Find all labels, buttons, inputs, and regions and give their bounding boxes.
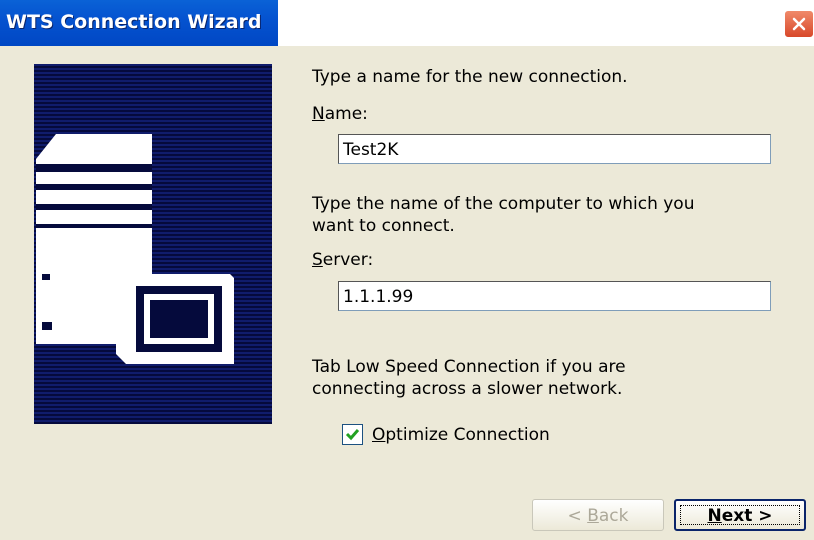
optimize-label-accesskey: O <box>372 425 386 445</box>
server-instruction-line2: want to connect. <box>312 216 455 236</box>
back-label-rest: ack <box>598 506 629 526</box>
name-label-rest: ame: <box>324 104 368 124</box>
checkmark-icon <box>345 429 360 441</box>
optimize-connection-checkbox[interactable] <box>342 424 363 445</box>
back-accesskey: B <box>587 506 599 526</box>
optimize-label-rest: ptimize Connection <box>385 425 550 445</box>
back-button[interactable]: < Back <box>532 499 664 531</box>
title-bar-background <box>278 0 814 46</box>
window-title: WTS Connection Wizard <box>6 11 262 33</box>
name-label-accesskey: N <box>312 104 325 124</box>
next-button[interactable]: Next > <box>674 499 806 531</box>
wizard-illustration <box>34 64 272 424</box>
server-label-rest: erver: <box>322 250 374 270</box>
server-instruction-line1: Type the name of the computer to which y… <box>312 194 695 214</box>
focus-ring <box>680 505 800 525</box>
speed-instruction-line2: connecting across a slower network. <box>312 379 623 399</box>
back-prefix: < <box>567 506 588 526</box>
server-label: Server: <box>312 250 373 270</box>
close-icon <box>792 17 806 31</box>
name-label: Name: <box>312 104 368 124</box>
server-label-accesskey: S <box>312 250 323 270</box>
server-input[interactable]: 1.1.1.99 <box>338 281 771 311</box>
close-button[interactable] <box>784 10 814 38</box>
server-computer-icon <box>36 134 234 364</box>
name-instruction: Type a name for the new connection. <box>312 67 628 87</box>
title-bar[interactable]: WTS Connection Wizard <box>0 0 814 46</box>
speed-instruction-line1: Tab Low Speed Connection if you are <box>312 357 626 377</box>
optimize-connection-label[interactable]: Optimize Connection <box>372 425 550 445</box>
name-input[interactable]: Test2K <box>338 134 771 164</box>
